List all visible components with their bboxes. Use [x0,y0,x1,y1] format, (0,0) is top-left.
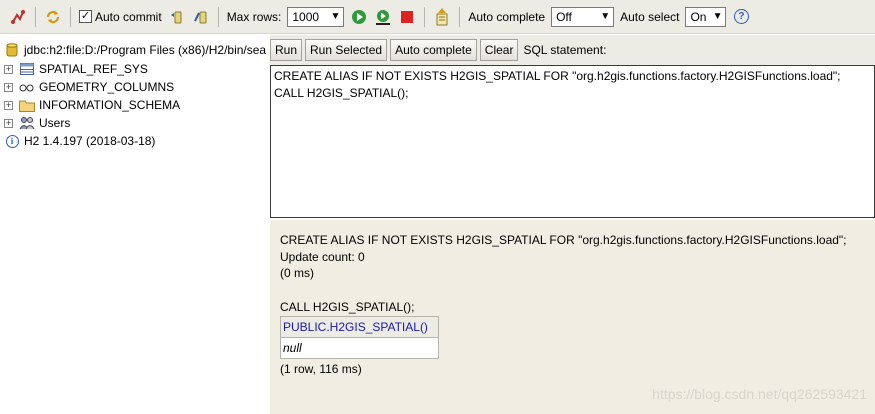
toolbar-separator [424,6,426,27]
expand-icon[interactable]: + [4,100,13,110]
auto-complete-label: Auto complete [468,9,546,24]
query-toolbar: Run Run Selected Auto complete Clear SQL… [270,35,875,65]
table-row: null [280,337,439,359]
column-header[interactable]: PUBLIC.H2GIS_SPATIAL() [280,316,439,338]
tree-item-label: INFORMATION_SCHEMA [39,98,181,112]
run-selected-button[interactable]: Run Selected [305,39,388,61]
refresh-icon[interactable] [44,8,62,26]
run-button[interactable]: Run [270,39,303,61]
expand-icon[interactable]: + [4,82,13,92]
results-panel: CREATE ALIAS IF NOT EXISTS H2GIS_SPATIAL… [270,220,875,414]
folder-icon [19,98,35,112]
result-statement: CREATE ALIAS IF NOT EXISTS H2GIS_SPATIAL… [280,233,847,247]
chevron-down-icon: ▼ [330,10,341,22]
sql-editor[interactable]: CREATE ALIAS IF NOT EXISTS H2GIS_SPATIAL… [270,65,875,218]
auto-select-label: Auto select [620,9,680,24]
sql-line: CALL H2GIS_SPATIAL(); [274,86,409,100]
auto-complete-button[interactable]: Auto complete [390,39,477,61]
tree-item[interactable]: + GEOMETRY_COLUMNS [4,78,174,96]
table-cell: null [280,337,439,359]
commit-icon[interactable] [168,8,186,26]
chevron-down-icon: ▼ [712,10,723,22]
version-label: H2 1.4.197 (2018-03-18) [24,134,156,148]
view-icon [19,80,35,94]
tree-item-label: GEOMETRY_COLUMNS [39,80,175,94]
table-header-row: PUBLIC.H2GIS_SPATIAL() [280,316,439,338]
stop-icon[interactable] [398,8,416,26]
max-rows-value: 1000 [292,9,320,24]
result-statement: CALL H2GIS_SPATIAL(); [280,300,415,314]
users-icon [19,116,35,130]
connection-url: jdbc:h2:file:D:/Program Files (x86)/H2/b… [24,43,267,57]
clear-button[interactable]: Clear [479,39,519,61]
max-rows-select[interactable]: 1000 ▼ [287,6,345,27]
help-icon[interactable]: ? [732,8,750,26]
tree-item[interactable]: + Users [4,114,70,132]
max-rows-label: Max rows: [226,9,282,24]
result-summary: (1 row, 116 ms) [280,362,362,376]
database-icon [4,43,20,57]
toolbar-separator [459,6,461,27]
result-time: (0 ms) [280,266,314,280]
toolbar-separator [35,6,36,27]
tree-item-label: Users [39,116,71,130]
update-count: Update count: 0 [280,250,365,264]
tree-connection[interactable]: jdbc:h2:file:D:/Program Files (x86)/H2/b… [4,41,266,59]
auto-commit-checkbox[interactable]: ✓ [79,10,92,23]
sql-line: CREATE ALIAS IF NOT EXISTS H2GIS_SPATIAL… [274,69,841,83]
disconnect-icon[interactable] [9,8,27,26]
result-table: PUBLIC.H2GIS_SPATIAL() null [280,316,439,359]
tree-item[interactable]: + INFORMATION_SCHEMA [4,96,180,114]
run-selected-icon[interactable] [374,8,392,26]
tree-version: i H2 1.4.197 (2018-03-18) [4,132,155,150]
tree-item[interactable]: + SPATIAL_REF_SYS [4,60,148,78]
object-tree: jdbc:h2:file:D:/Program Files (x86)/H2/b… [0,35,268,414]
auto-select-select[interactable]: On ▼ [685,6,727,27]
expand-icon[interactable]: + [4,64,13,74]
history-icon[interactable] [433,7,451,26]
rollback-icon[interactable] [192,8,210,26]
info-icon: i [4,134,20,148]
auto-commit-label: Auto commit [95,9,162,24]
toolbar-separator [217,6,219,27]
sql-statement-label: SQL statement: [523,43,607,57]
toolbar-separator [70,6,71,27]
auto-complete-select[interactable]: Off ▼ [551,6,615,27]
expand-icon[interactable]: + [4,118,13,128]
chevron-down-icon: ▼ [600,10,611,22]
help-glyph: ? [733,9,749,24]
run-icon[interactable] [350,8,368,26]
toolbar: ✓ Auto commit Max rows: 1000 ▼ Auto comp… [0,0,875,34]
tree-item-label: SPATIAL_REF_SYS [39,62,148,76]
table-icon [19,62,35,76]
auto-complete-value: Off [556,9,572,24]
watermark: https://blog.csdn.net/qq262593421 [652,386,867,402]
auto-select-value: On [690,9,707,24]
